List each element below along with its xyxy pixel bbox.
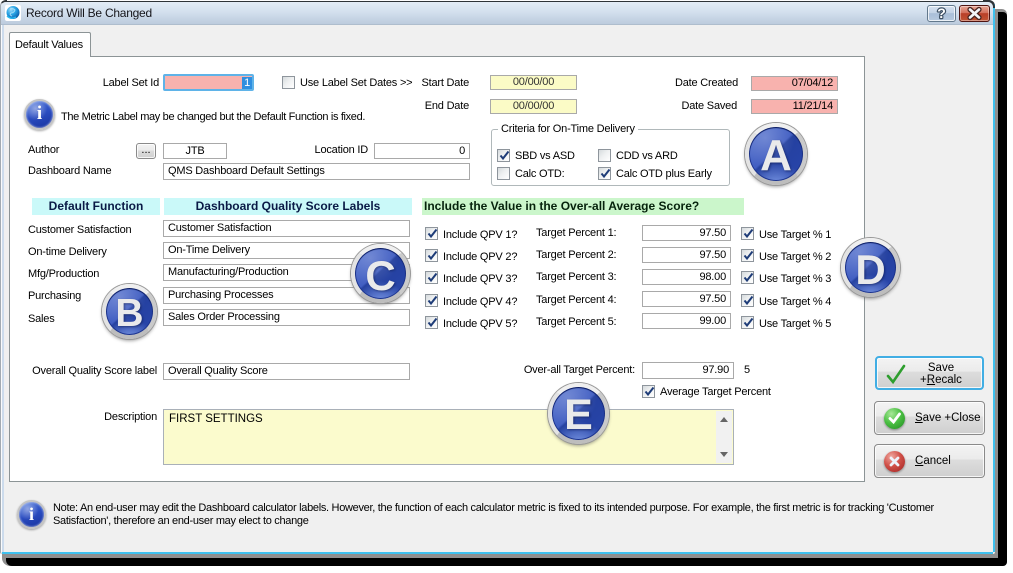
svg-text:?: ? xyxy=(937,6,946,21)
